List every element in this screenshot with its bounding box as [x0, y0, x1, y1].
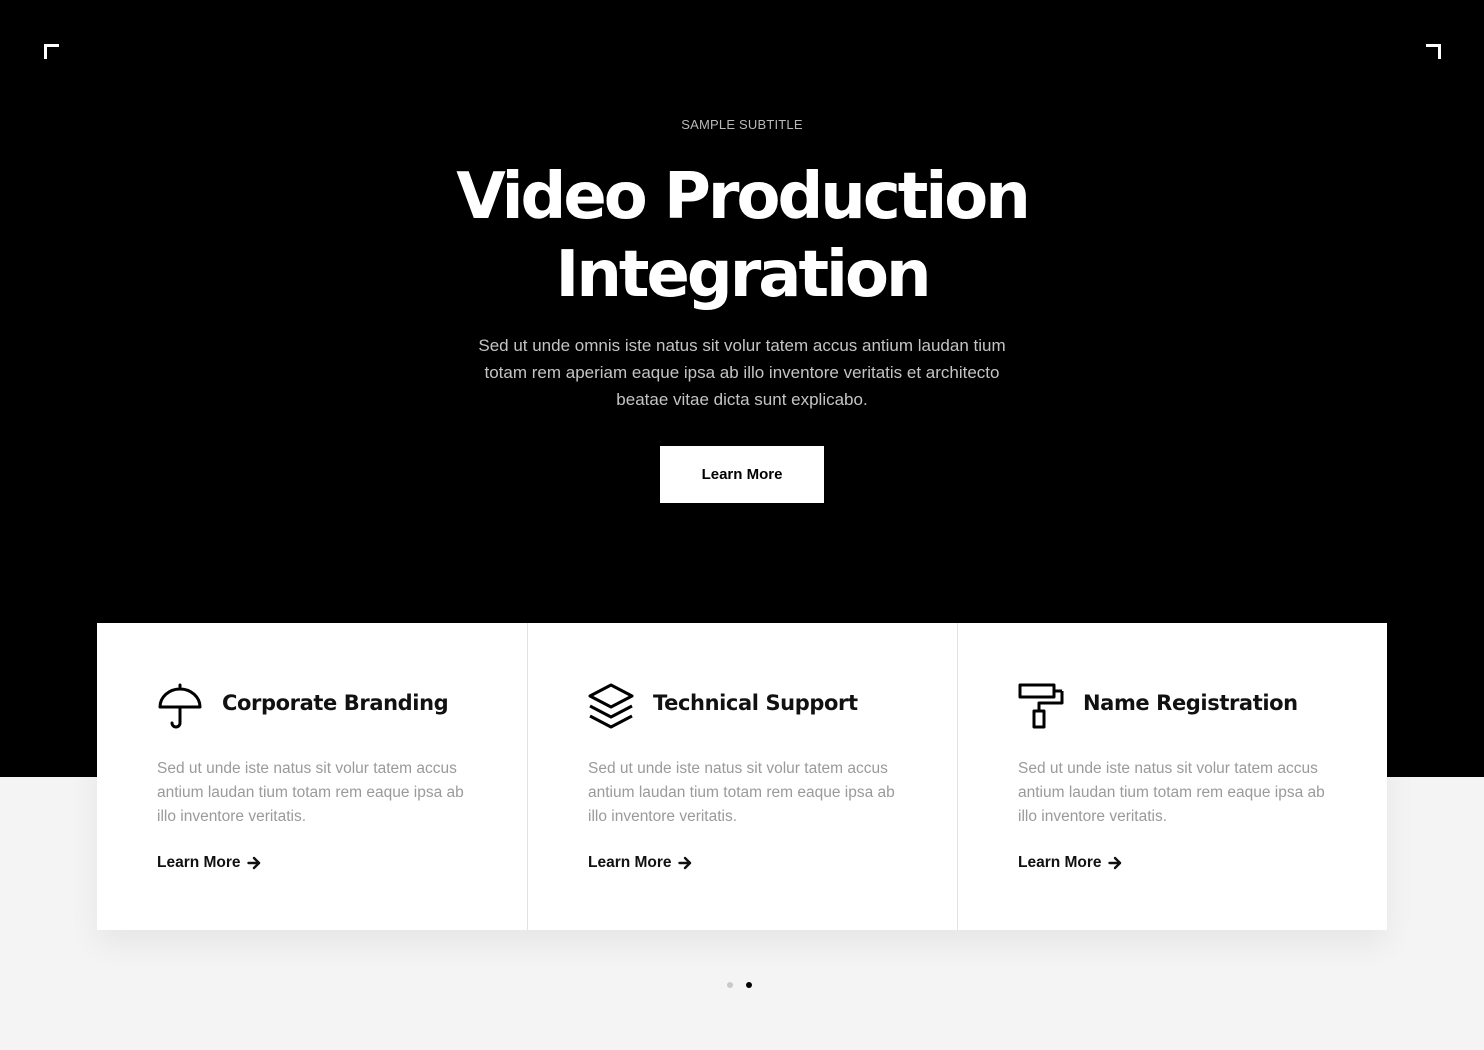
pagination-dot-1[interactable] — [727, 982, 733, 988]
arrow-right-icon — [246, 856, 261, 870]
hero-title: Video Production Integration — [0, 158, 1484, 314]
umbrella-icon — [157, 683, 203, 729]
card-text: Sed ut unde iste natus sit volur tatem a… — [157, 760, 464, 825]
paint-roller-icon — [1018, 683, 1064, 729]
layers-icon — [588, 683, 634, 729]
hero-title-line-1: Video Production — [456, 160, 1031, 234]
arrow-right-icon — [677, 856, 692, 870]
card-learn-more-link[interactable]: Learn More — [157, 854, 261, 872]
pagination-dot-2-active[interactable] — [746, 982, 752, 988]
card-title: Technical Support — [653, 691, 858, 715]
service-card-corporate-branding: Corporate Branding Sed ut unde iste natu… — [97, 623, 527, 930]
card-text: Sed ut unde iste natus sit volur tatem a… — [588, 760, 895, 825]
card-link-label: Learn More — [1018, 854, 1102, 871]
card-title: Name Registration — [1083, 691, 1298, 715]
card-text: Sed ut unde iste natus sit volur tatem a… — [1018, 760, 1325, 825]
card-learn-more-link[interactable]: Learn More — [1018, 854, 1122, 872]
hero-learn-more-button[interactable]: Learn More — [660, 446, 824, 503]
carousel-pagination — [727, 982, 752, 988]
hero-title-line-2: Integration — [555, 238, 932, 312]
hero-subtitle: SAMPLE SUBTITLE — [681, 117, 803, 132]
card-link-label: Learn More — [588, 854, 672, 871]
services-cards: Corporate Branding Sed ut unde iste natu… — [97, 623, 1387, 930]
card-title: Corporate Branding — [222, 691, 449, 715]
arrow-right-icon — [1107, 856, 1122, 870]
corner-bracket-top-left — [44, 44, 59, 59]
hero-description: Sed ut unde omnis iste natus sit volur t… — [478, 336, 1006, 409]
service-card-name-registration: Name Registration Sed ut unde iste natus… — [957, 623, 1387, 930]
service-card-technical-support: Technical Support Sed ut unde iste natus… — [527, 623, 957, 930]
card-learn-more-link[interactable]: Learn More — [588, 854, 692, 872]
corner-bracket-top-right — [1426, 44, 1441, 59]
card-link-label: Learn More — [157, 854, 241, 871]
